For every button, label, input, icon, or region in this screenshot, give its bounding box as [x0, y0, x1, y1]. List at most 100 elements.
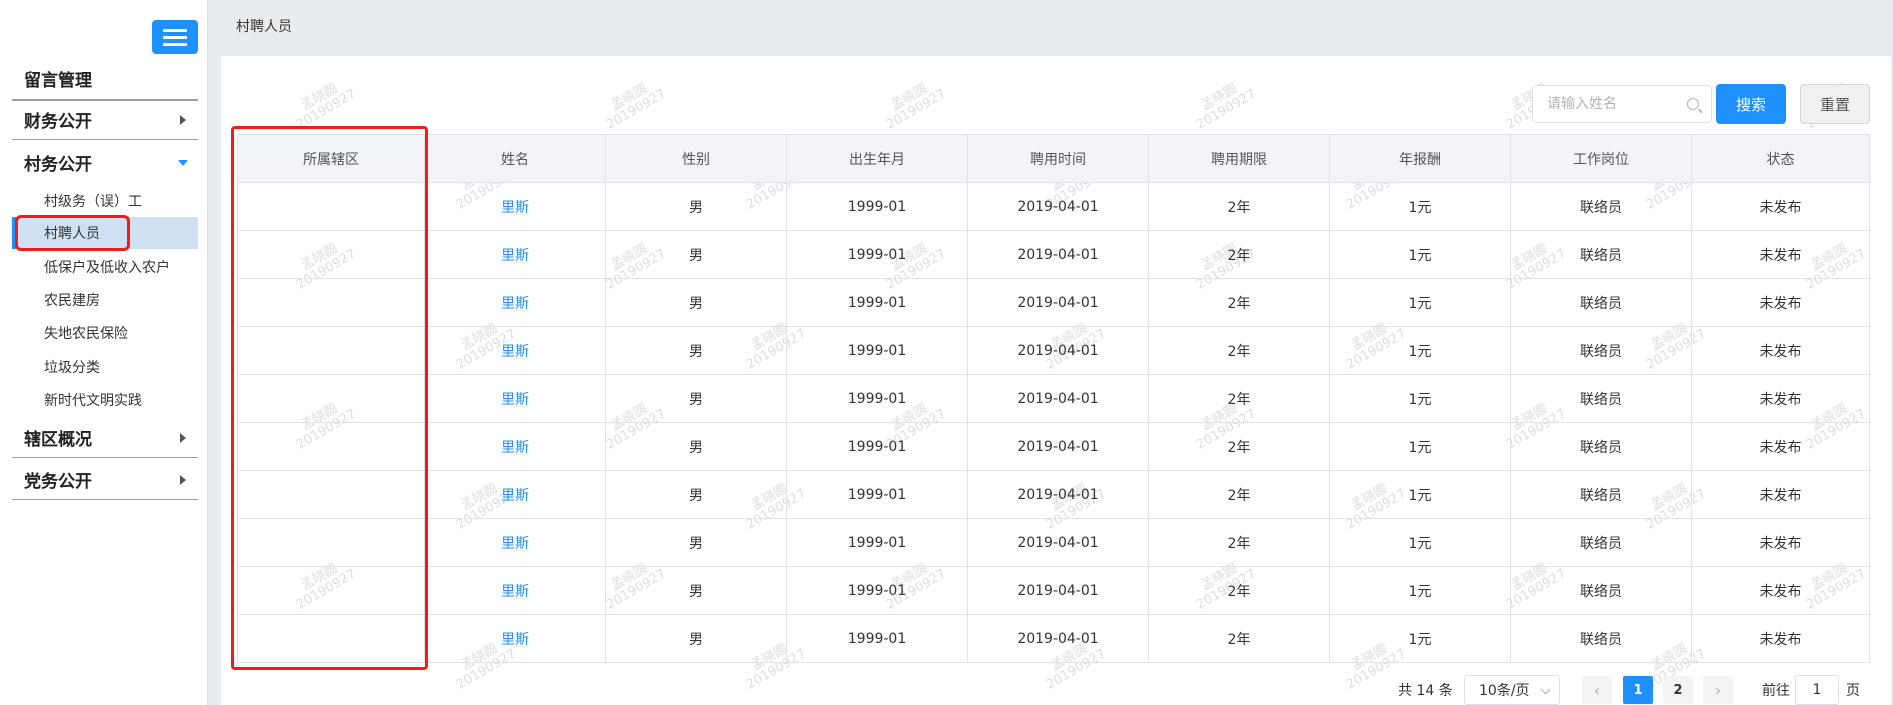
- table-row[interactable]: 里斯男 1999-01 2019-04-01 2年 1元 联络员 未发布: [237, 518, 1870, 567]
- search-input[interactable]: [1547, 86, 1687, 122]
- breadcrumb: 村聘人员: [236, 19, 292, 35]
- cell-name[interactable]: 里斯: [424, 182, 606, 231]
- prev-page-button[interactable]: ‹: [1582, 676, 1612, 704]
- table-row[interactable]: 里斯男 1999-01 2019-04-01 2年 1元 联络员 未发布: [237, 470, 1870, 519]
- sidebar-item-label: 村聘人员: [44, 226, 100, 242]
- sidebar-section-village-affairs[interactable]: 村务公开: [12, 142, 198, 182]
- sidebar-item-label: 新时代文明实践: [44, 393, 142, 409]
- chevron-right-icon: [180, 115, 186, 125]
- cell-name[interactable]: 里斯: [424, 326, 606, 375]
- cell-district: [237, 230, 425, 279]
- sidebar-item-housing[interactable]: 农民建房: [12, 284, 198, 316]
- table-row[interactable]: 里斯男 1999-01 2019-04-01 2年 1元 联络员 未发布: [237, 278, 1870, 327]
- cell-hire-date: 2019-04-01: [967, 518, 1149, 567]
- table-body: 里斯男 1999-01 2019-04-01 2年 1元 联络员 未发布 里斯男 1999-01…: [237, 182, 1870, 663]
- column-header-salary[interactable]: 年报酬: [1329, 134, 1511, 183]
- sidebar-item-label: 低保户及低收入农户: [44, 260, 170, 276]
- cell-name[interactable]: 里斯: [424, 566, 606, 615]
- menu-toggle-button[interactable]: [152, 20, 198, 54]
- cell-district: [237, 374, 425, 423]
- chevron-right-icon: [180, 433, 186, 443]
- page-suffix-label: 页: [1846, 683, 1860, 699]
- page-button-1[interactable]: 1: [1623, 676, 1653, 704]
- sidebar-section-party[interactable]: 党务公开: [12, 460, 198, 500]
- cell-name[interactable]: 里斯: [424, 230, 606, 279]
- column-header-hire-date[interactable]: 聘用时间: [967, 134, 1149, 183]
- page-button-2[interactable]: 2: [1663, 676, 1693, 704]
- column-header-name[interactable]: 姓名: [424, 134, 606, 183]
- hamburger-icon-bar: [163, 42, 187, 46]
- sidebar-section-finance[interactable]: 财务公开: [12, 100, 198, 140]
- column-header-status[interactable]: 状态: [1691, 134, 1870, 183]
- cell-birth: 1999-01: [786, 182, 968, 231]
- cell-hire-date: 2019-04-01: [967, 614, 1149, 663]
- cell-term: 2年: [1148, 566, 1330, 615]
- column-header-gender[interactable]: 性别: [605, 134, 787, 183]
- cell-birth: 1999-01: [786, 566, 968, 615]
- cell-status: 未发布: [1691, 326, 1870, 375]
- sidebar-item-garbage-sorting[interactable]: 垃圾分类: [12, 351, 198, 383]
- sidebar-item-village-staff[interactable]: 村聘人员: [12, 217, 198, 249]
- cell-district: [237, 518, 425, 567]
- cell-term: 2年: [1148, 230, 1330, 279]
- table-row[interactable]: 里斯男 1999-01 2019-04-01 2年 1元 联络员 未发布: [237, 182, 1870, 231]
- sidebar-section-district[interactable]: 辖区概况: [12, 418, 198, 458]
- sidebar-item-civilization[interactable]: 新时代文明实践: [12, 384, 198, 416]
- hamburger-icon-bar: [163, 28, 187, 32]
- sidebar-section-label: 村务公开: [24, 154, 92, 175]
- cell-gender: 男: [605, 614, 787, 663]
- cell-gender: 男: [605, 230, 787, 279]
- cell-name[interactable]: 里斯: [424, 470, 606, 519]
- cell-birth: 1999-01: [786, 470, 968, 519]
- cell-hire-date: 2019-04-01: [967, 470, 1149, 519]
- cell-name[interactable]: 里斯: [424, 374, 606, 423]
- cell-salary: 1元: [1329, 230, 1511, 279]
- cell-salary: 1元: [1329, 326, 1511, 375]
- sidebar-item-label: 村级务（误）工: [44, 194, 142, 210]
- column-header-position[interactable]: 工作岗位: [1510, 134, 1692, 183]
- table-row[interactable]: 里斯男 1999-01 2019-04-01 2年 1元 联络员 未发布: [237, 566, 1870, 615]
- cell-birth: 1999-01: [786, 374, 968, 423]
- cell-status: 未发布: [1691, 422, 1870, 471]
- table-row[interactable]: 里斯男 1999-01 2019-04-01 2年 1元 联络员 未发布: [237, 422, 1870, 471]
- search-icon[interactable]: [1687, 98, 1699, 110]
- reset-button[interactable]: 重置: [1800, 84, 1870, 124]
- sidebar: 留言管理 财务公开 村务公开 村级务（误）工 村聘人员 低保户及低收入农户 农民…: [0, 0, 208, 705]
- cell-hire-date: 2019-04-01: [967, 374, 1149, 423]
- page-size-select[interactable]: 10条/页: [1464, 675, 1560, 705]
- cell-gender: 男: [605, 566, 787, 615]
- column-header-district[interactable]: 所属辖区: [237, 134, 425, 183]
- column-header-birth[interactable]: 出生年月: [786, 134, 968, 183]
- cell-birth: 1999-01: [786, 518, 968, 567]
- cell-status: 未发布: [1691, 566, 1870, 615]
- table-row[interactable]: 里斯男 1999-01 2019-04-01 2年 1元 联络员 未发布: [237, 374, 1870, 423]
- chevron-down-icon: [1540, 684, 1551, 695]
- search-button[interactable]: 搜索: [1716, 84, 1786, 124]
- cell-district: [237, 470, 425, 519]
- goto-page-input[interactable]: [1795, 675, 1839, 705]
- cell-salary: 1元: [1329, 518, 1511, 567]
- sidebar-section-messages[interactable]: 留言管理: [12, 58, 198, 98]
- sidebar-item-land-insurance[interactable]: 失地农民保险: [12, 317, 198, 349]
- sidebar-item-village-work[interactable]: 村级务（误）工: [12, 185, 198, 217]
- next-page-button[interactable]: ›: [1703, 676, 1733, 704]
- cell-term: 2年: [1148, 470, 1330, 519]
- table-row[interactable]: 里斯男 1999-01 2019-04-01 2年 1元 联络员 未发布: [237, 326, 1870, 375]
- cell-name[interactable]: 里斯: [424, 518, 606, 567]
- sidebar-item-label: 农民建房: [44, 293, 100, 309]
- cell-name[interactable]: 里斯: [424, 614, 606, 663]
- cell-term: 2年: [1148, 182, 1330, 231]
- sidebar-section-label: 党务公开: [24, 472, 92, 492]
- column-header-term[interactable]: 聘用期限: [1148, 134, 1330, 183]
- cell-status: 未发布: [1691, 374, 1870, 423]
- cell-position: 联络员: [1510, 470, 1692, 519]
- table-row[interactable]: 里斯男 1999-01 2019-04-01 2年 1元 联络员 未发布: [237, 614, 1870, 663]
- table-row[interactable]: 里斯男 1999-01 2019-04-01 2年 1元 联络员 未发布: [237, 230, 1870, 279]
- cell-name[interactable]: 里斯: [424, 278, 606, 327]
- sidebar-section-label: 财务公开: [24, 112, 92, 132]
- cell-salary: 1元: [1329, 422, 1511, 471]
- sidebar-item-low-income[interactable]: 低保户及低收入农户: [12, 251, 198, 283]
- cell-name[interactable]: 里斯: [424, 422, 606, 471]
- page-size-value: 10条/页: [1479, 683, 1530, 699]
- search-box: [1532, 85, 1712, 123]
